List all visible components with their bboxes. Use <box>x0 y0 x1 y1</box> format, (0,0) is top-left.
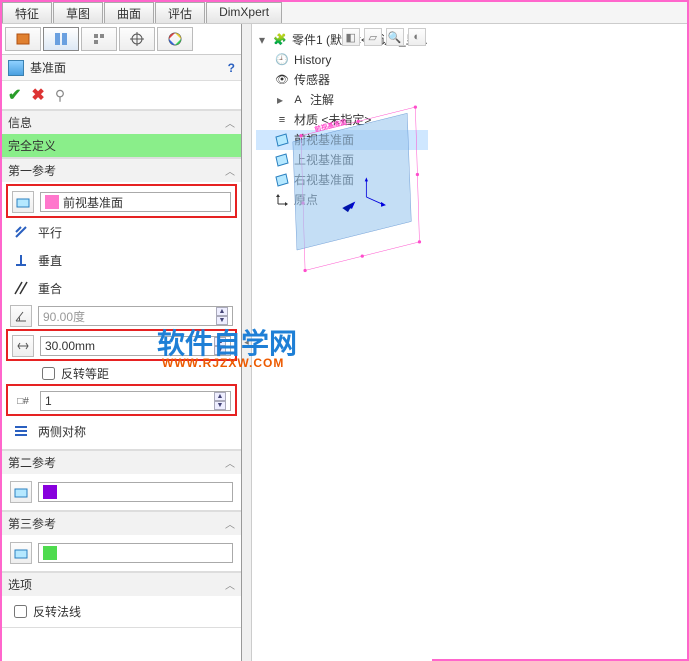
chevron-up-icon: ︿ <box>225 163 235 178</box>
tab-surface[interactable]: 曲面 <box>104 2 154 23</box>
distance-spinner[interactable]: ▲▼ <box>214 337 226 355</box>
parallel-icon <box>10 221 32 243</box>
angle-row: 90.00度 ▲▼ <box>8 302 235 330</box>
chevron-up-icon: ︿ <box>225 577 235 592</box>
help-button[interactable]: ? <box>228 61 235 75</box>
third-reference-field[interactable] <box>38 543 233 563</box>
info-status: 完全定义 <box>2 134 241 157</box>
second-reference-selection-row <box>8 478 235 506</box>
tab-features[interactable]: 特征 <box>2 2 52 23</box>
heads-up-toolbar: ◧ ▱ 🔍 ◐ <box>342 28 426 46</box>
both-sides-icon <box>10 420 32 442</box>
reference-entity-icon[interactable] <box>12 191 34 213</box>
reference-entity-icon[interactable] <box>10 481 32 503</box>
display-manager-tab[interactable] <box>157 27 193 51</box>
property-manager-tab[interactable] <box>43 27 79 51</box>
perpendicular-row[interactable]: 垂直 <box>8 246 235 274</box>
part-icon: 🧩 <box>272 32 288 48</box>
view-box-icon[interactable]: ▱ <box>364 28 382 46</box>
tree-collapse-icon[interactable]: ▾ <box>256 30 268 50</box>
viewport-svg: 前视基准面 <box>252 54 432 299</box>
distance-row: 30.00mm ▲▼ <box>10 332 233 360</box>
ok-cancel-bar: ✔ ✖ ⚲ <box>2 81 241 110</box>
graphics-area[interactable]: ◧ ▱ 🔍 ◐ ▾ 🧩 零件1 (默认<<默认>_显... 🕘 History … <box>252 24 432 661</box>
angle-value: 90.00度 <box>43 308 85 325</box>
parallel-row[interactable]: 平行 <box>8 218 235 246</box>
chevron-up-icon: ︿ <box>225 455 235 470</box>
pm-title-text: 基准面 <box>30 59 66 76</box>
dimxpert-manager-tab[interactable] <box>119 27 155 51</box>
first-reference-label: 第一参考 <box>8 162 56 179</box>
third-reference-header[interactable]: 第三参考 ︿ <box>2 511 241 535</box>
reverse-offset-row[interactable]: 反转等距 <box>8 362 235 385</box>
perpendicular-icon <box>10 249 32 271</box>
third-reference-section: 第三参考 ︿ <box>2 511 241 572</box>
ok-button[interactable]: ✔ <box>8 85 21 105</box>
third-reference-selection-row <box>8 539 235 567</box>
lime-swatch-icon <box>43 546 57 560</box>
both-sides-row[interactable]: 两侧对称 <box>8 417 235 445</box>
info-section-header[interactable]: 信息 ︿ <box>2 110 241 134</box>
distance-icon[interactable] <box>12 335 34 357</box>
splitter-handle[interactable]: ◂ <box>242 24 252 661</box>
info-section-label: 信息 <box>8 114 32 131</box>
coincident-row[interactable]: 重合 <box>8 274 235 302</box>
property-manager-panel: 基准面 ? ✔ ✖ ⚲ 信息 ︿ 完全定义 第一参考 ︿ <box>2 24 242 661</box>
options-header[interactable]: 选项 ︿ <box>2 572 241 596</box>
angle-spinner[interactable]: ▲▼ <box>216 307 228 325</box>
options-section: 选项 ︿ 反转法线 <box>2 572 241 628</box>
plane-feature-icon <box>8 60 24 76</box>
second-reference-section: 第二参考 ︿ <box>2 450 241 511</box>
first-reference-field[interactable]: 前视基准面 <box>40 192 231 212</box>
instances-icon: □# <box>12 390 34 412</box>
tab-sketch[interactable]: 草图 <box>53 2 103 23</box>
flip-normal-row[interactable]: 反转法线 <box>8 600 235 623</box>
instances-row: □# 1 ▲▼ <box>10 387 233 415</box>
second-reference-field[interactable] <box>38 482 233 502</box>
coincident-icon <box>10 277 32 299</box>
reference-entity-icon[interactable] <box>10 542 32 564</box>
feature-manager-tab[interactable] <box>5 27 41 51</box>
first-reference-value: 前视基准面 <box>63 194 123 211</box>
chevron-up-icon: ︿ <box>225 516 235 531</box>
pink-swatch-icon <box>45 195 59 209</box>
parallel-label: 平行 <box>38 224 62 241</box>
configuration-manager-tab[interactable] <box>81 27 117 51</box>
view-cube-icon[interactable]: ◧ <box>342 28 360 46</box>
cancel-button[interactable]: ✖ <box>31 85 44 105</box>
instances-spinner[interactable]: ▲▼ <box>214 392 226 410</box>
angle-icon[interactable] <box>10 305 32 327</box>
view-palette-icon[interactable]: ◐ <box>408 28 426 46</box>
purple-swatch-icon <box>43 485 57 499</box>
angle-input[interactable]: 90.00度 ▲▼ <box>38 306 233 326</box>
flip-normal-checkbox[interactable] <box>14 605 27 618</box>
distance-input[interactable]: 30.00mm ▲▼ <box>40 336 231 356</box>
tab-evaluate[interactable]: 评估 <box>155 2 205 23</box>
pm-title-bar: 基准面 ? <box>2 55 241 81</box>
tab-dimxpert[interactable]: DimXpert <box>206 2 282 23</box>
instances-value: 1 <box>45 394 52 408</box>
reverse-offset-checkbox[interactable] <box>42 367 55 380</box>
third-reference-label: 第三参考 <box>8 515 56 532</box>
options-label: 选项 <box>8 576 32 593</box>
distance-value: 30.00mm <box>45 339 95 353</box>
flip-normal-label: 反转法线 <box>33 603 81 620</box>
both-sides-label: 两侧对称 <box>38 423 86 440</box>
reverse-offset-label: 反转等距 <box>61 365 109 382</box>
view-search-icon[interactable]: 🔍 <box>386 28 404 46</box>
second-reference-label: 第二参考 <box>8 454 56 471</box>
pin-button[interactable]: ⚲ <box>55 87 65 104</box>
perpendicular-label: 垂直 <box>38 252 62 269</box>
command-manager-tabs: 特征 草图 曲面 评估 DimXpert <box>2 2 687 24</box>
first-reference-header[interactable]: 第一参考 ︿ <box>2 158 241 182</box>
second-reference-header[interactable]: 第二参考 ︿ <box>2 450 241 474</box>
instances-input[interactable]: 1 ▲▼ <box>40 391 231 411</box>
first-reference-selection-row: 前视基准面 <box>10 188 233 216</box>
coincident-label: 重合 <box>38 280 62 297</box>
manager-tab-strip <box>2 24 241 55</box>
chevron-up-icon: ︿ <box>225 115 235 130</box>
first-reference-section: 第一参考 ︿ 前视基准面 平行 <box>2 158 241 450</box>
info-section: 信息 ︿ 完全定义 <box>2 110 241 158</box>
